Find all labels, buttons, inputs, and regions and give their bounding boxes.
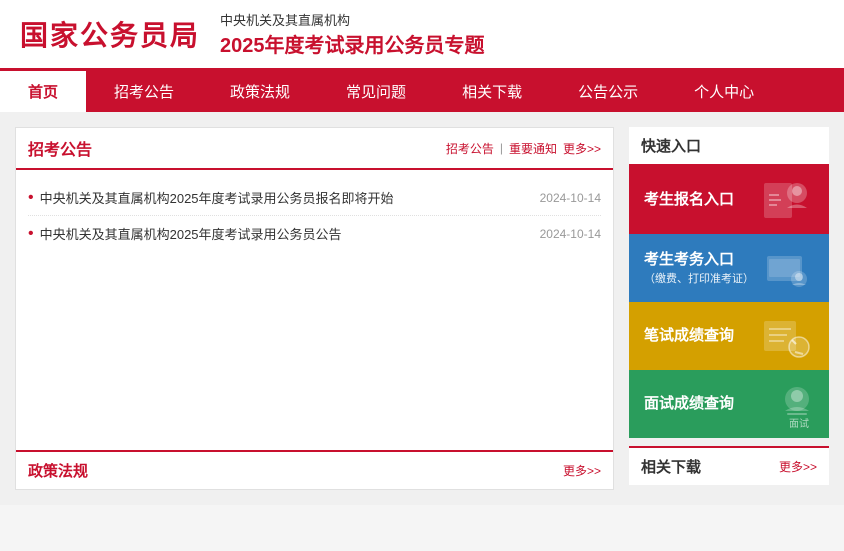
policy-title: 政策法规 [28, 460, 88, 481]
news-date-2: 2024-10-14 [540, 227, 601, 241]
quick-access-header: 快速入口 [629, 127, 829, 166]
bullet-icon: • [28, 189, 34, 207]
right-panel: 快速入口 考生报名入口 考生考务入口 （缴费、打印准考证） [629, 127, 829, 490]
download-more[interactable]: 更多>> [779, 458, 817, 475]
interview-score-label: 面试成绩查询 [644, 394, 734, 414]
written-score-label: 笔试成绩查询 [644, 326, 734, 346]
header-subtitle: 中央机关及其直属机构 [220, 10, 485, 29]
link-announcement[interactable]: 招考公告 [446, 140, 494, 157]
quick-access-title: 快速入口 [641, 138, 701, 155]
nav-item-faq[interactable]: 常见问题 [318, 71, 434, 112]
news-title-2[interactable]: 中央机关及其直属机构2025年度考试录用公务员公告 [40, 224, 530, 243]
written-score-icon [759, 309, 814, 364]
announcement-title: 招考公告 [28, 136, 92, 160]
link-important[interactable]: 重要通知 [509, 140, 557, 157]
news-item-1: • 中央机关及其直属机构2025年度考试录用公务员报名即将开始 2024-10-… [28, 180, 601, 216]
news-list: • 中央机关及其直属机构2025年度考试录用公务员报名即将开始 2024-10-… [16, 170, 613, 450]
register-icon [759, 173, 814, 228]
nav-item-home[interactable]: 首页 [0, 71, 86, 112]
policy-more[interactable]: 更多>> [563, 462, 601, 479]
left-panel: 招考公告 招考公告 | 重要通知 更多>> • 中央机关及其直属机构2025年度… [15, 127, 614, 490]
svg-text:面试: 面试 [789, 417, 809, 430]
header-title: 中央机关及其直属机构 2025年度考试录用公务员专题 [220, 10, 485, 58]
exam-affairs-sub: （缴费、打印准考证） [644, 270, 754, 286]
written-score-button[interactable]: 笔试成绩查询 [629, 302, 829, 370]
header: 国家公务员局 中央机关及其直属机构 2025年度考试录用公务员专题 [0, 0, 844, 71]
interview-score-icon: 面试 [759, 377, 814, 432]
nav-item-personal[interactable]: 个人中心 [666, 71, 782, 112]
logo: 国家公务员局 [20, 14, 200, 54]
nav-item-policy[interactable]: 政策法规 [202, 71, 318, 112]
register-button[interactable]: 考生报名入口 [629, 166, 829, 234]
policy-footer: 政策法规 更多>> [16, 450, 613, 489]
navigation: 首页 招考公告 政策法规 常见问题 相关下载 公告公示 个人中心 [0, 71, 844, 112]
news-title-1[interactable]: 中央机关及其直属机构2025年度考试录用公务员报名即将开始 [40, 188, 530, 207]
news-date-1: 2024-10-14 [540, 191, 601, 205]
nav-item-download[interactable]: 相关下载 [434, 71, 550, 112]
announcement-links: 招考公告 | 重要通知 更多>> [446, 140, 601, 157]
news-item-2: • 中央机关及其直属机构2025年度考试录用公务员公告 2024-10-14 [28, 216, 601, 251]
nav-item-announcement[interactable]: 招考公告 [86, 71, 202, 112]
download-title: 相关下载 [641, 456, 701, 477]
nav-item-notice[interactable]: 公告公示 [550, 71, 666, 112]
interview-score-button[interactable]: 面试成绩查询 面试 [629, 370, 829, 438]
exam-affairs-text: 考生考务入口 （缴费、打印准考证） [644, 250, 754, 286]
bullet-icon-2: • [28, 225, 34, 243]
header-main-title: 2025年度考试录用公务员专题 [220, 29, 485, 58]
announcement-header: 招考公告 招考公告 | 重要通知 更多>> [16, 128, 613, 170]
download-header: 相关下载 更多>> [629, 446, 829, 485]
exam-affairs-icon [759, 241, 814, 296]
link-more-announcement[interactable]: 更多>> [563, 140, 601, 157]
register-label: 考生报名入口 [644, 190, 734, 210]
main-content: 招考公告 招考公告 | 重要通知 更多>> • 中央机关及其直属机构2025年度… [0, 112, 844, 505]
exam-affairs-button[interactable]: 考生考务入口 （缴费、打印准考证） [629, 234, 829, 302]
exam-affairs-label: 考生考务入口 [644, 250, 754, 270]
